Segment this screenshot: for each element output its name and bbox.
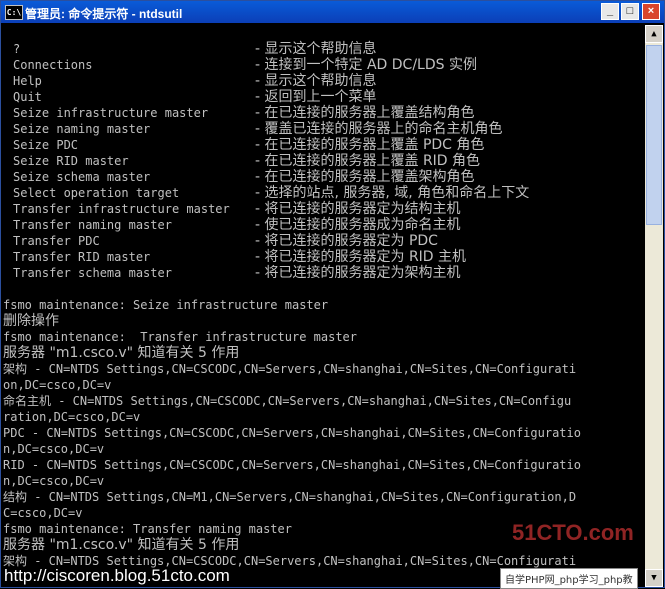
help-command: Connections: [13, 58, 93, 72]
console-line: C=csco,DC=v: [3, 506, 83, 520]
minimize-button[interactable]: _: [601, 3, 619, 20]
help-command: ?: [13, 42, 21, 56]
watermark-bar: 自学PHP网_php学习_php教: [500, 568, 638, 589]
help-command: Transfer PDC: [13, 234, 100, 248]
help-command: Seize naming master: [13, 122, 151, 136]
maximize-button[interactable]: □: [621, 3, 639, 20]
help-description: - 在已连接的服务器上覆盖 RID 角色: [255, 153, 481, 169]
help-row: Seize naming master - 覆盖已连接的服务器上的命名主机角色: [3, 121, 644, 137]
help-command: Seize RID master: [13, 154, 129, 168]
help-row: Seize RID master - 在已连接的服务器上覆盖 RID 角色: [3, 153, 644, 169]
console-line: fsmo maintenance: Transfer infrastructur…: [3, 330, 358, 344]
help-command: Transfer schema master: [13, 266, 172, 280]
help-description: - 将已连接的服务器定为结构主机: [255, 201, 461, 217]
console-line: RID - CN=NTDS Settings,CN=CSCODC,CN=Serv…: [3, 458, 581, 472]
console-line: n,DC=csco,DC=v: [3, 474, 105, 488]
console-line: 服务器 "m1.csco.v" 知道有关 5 作用: [3, 345, 240, 361]
console-line: 结构 - CN=NTDS Settings,CN=M1,CN=Servers,C…: [3, 490, 577, 504]
close-button[interactable]: ×: [642, 3, 660, 20]
console-output[interactable]: ? - 显示这个帮助信息 Connections - 连接到一个特定 AD DC/LD…: [3, 25, 644, 587]
watermark-logo: 51CTO.com: [512, 520, 634, 545]
title-bar[interactable]: C:\ 管理员: 命令提示符 - ntdsutil _ □ ×: [1, 1, 664, 23]
console-line: on,DC=csco,DC=v: [3, 378, 112, 392]
help-row: Quit - 返回到上一个菜单: [3, 89, 644, 105]
help-row: Seize infrastructure master - 在已连接的服务器上覆盖…: [3, 105, 644, 121]
help-description: - 返回到上一个菜单: [255, 89, 377, 105]
console-line: n,DC=csco,DC=v: [3, 442, 105, 456]
help-command: Quit: [13, 90, 42, 104]
window-title: 管理员: 命令提示符 - ntdsutil: [25, 7, 183, 21]
help-description: - 连接到一个特定 AD DC/LDS 实例: [255, 57, 477, 73]
help-row: Transfer schema master - 将已连接的服务器定为架构主机: [3, 265, 644, 281]
help-description: - 选择的站点, 服务器, 域, 角色和命名上下文: [255, 185, 530, 201]
help-row: Transfer PDC - 将已连接的服务器定为 PDC: [3, 233, 644, 249]
help-row: Transfer infrastructure master - 将已连接的服务器…: [3, 201, 644, 217]
console-line: ration,DC=csco,DC=v: [3, 410, 141, 424]
help-description: - 在已连接的服务器上覆盖架构角色: [255, 169, 475, 185]
help-row: Seize PDC - 在已连接的服务器上覆盖 PDC 角色: [3, 137, 644, 153]
help-description: - 在已连接的服务器上覆盖结构角色: [255, 105, 475, 121]
help-description: - 将已连接的服务器定为架构主机: [255, 265, 461, 281]
help-description: - 将已连接的服务器定为 RID 主机: [255, 249, 467, 265]
help-command: Transfer RID master: [13, 250, 151, 264]
watermark-url: http://ciscoren.blog.51cto.com: [4, 566, 230, 585]
help-row: Transfer RID master - 将已连接的服务器定为 RID 主机: [3, 249, 644, 265]
help-command: Seize PDC: [13, 138, 79, 152]
help-command: Transfer infrastructure master: [13, 202, 230, 216]
help-row: Transfer naming master - 使已连接的服务器成为命名主机: [3, 217, 644, 233]
console-line: 删除操作: [3, 313, 59, 329]
help-description: - 使已连接的服务器成为命名主机: [255, 217, 461, 233]
console-line: 架构 - CN=NTDS Settings,CN=CSCODC,CN=Serve…: [3, 362, 577, 376]
scroll-up-icon[interactable]: ▲: [645, 25, 663, 43]
help-command: Help: [13, 74, 42, 88]
vertical-scrollbar[interactable]: ▲ ▼: [645, 25, 663, 587]
help-list: ? - 显示这个帮助信息 Connections - 连接到一个特定 AD DC/LD…: [3, 41, 644, 281]
help-row: Connections - 连接到一个特定 AD DC/LDS 实例: [3, 57, 644, 73]
command-prompt-window: C:\ 管理员: 命令提示符 - ntdsutil _ □ × ? - 显示这个帮…: [0, 0, 665, 588]
help-row: Seize schema master - 在已连接的服务器上覆盖架构角色: [3, 169, 644, 185]
help-command: Select operation target: [13, 186, 180, 200]
help-description: - 将已连接的服务器定为 PDC: [255, 233, 438, 249]
help-row: Help - 显示这个帮助信息: [3, 73, 644, 89]
help-description: - 显示这个帮助信息: [255, 73, 377, 89]
console-line: PDC - CN=NTDS Settings,CN=CSCODC,CN=Serv…: [3, 426, 581, 440]
help-command: Seize schema master: [13, 170, 151, 184]
help-row: ? - 显示这个帮助信息: [3, 41, 644, 57]
help-row: Select operation target - 选择的站点, 服务器, 域, …: [3, 185, 644, 201]
console-line: fsmo maintenance: Seize infrastructure m…: [3, 298, 329, 312]
console-icon[interactable]: C:\: [5, 5, 23, 20]
help-command: Seize infrastructure master: [13, 106, 209, 120]
scroll-thumb[interactable]: [646, 45, 662, 225]
help-description: - 在已连接的服务器上覆盖 PDC 角色: [255, 137, 485, 153]
help-command: Transfer naming master: [13, 218, 172, 232]
help-description: - 覆盖已连接的服务器上的命名主机角色: [255, 121, 503, 137]
scroll-down-icon[interactable]: ▼: [645, 569, 663, 587]
console-line: 命名主机 - CN=NTDS Settings,CN=CSCODC,CN=Ser…: [3, 394, 572, 408]
help-description: - 显示这个帮助信息: [255, 41, 377, 57]
